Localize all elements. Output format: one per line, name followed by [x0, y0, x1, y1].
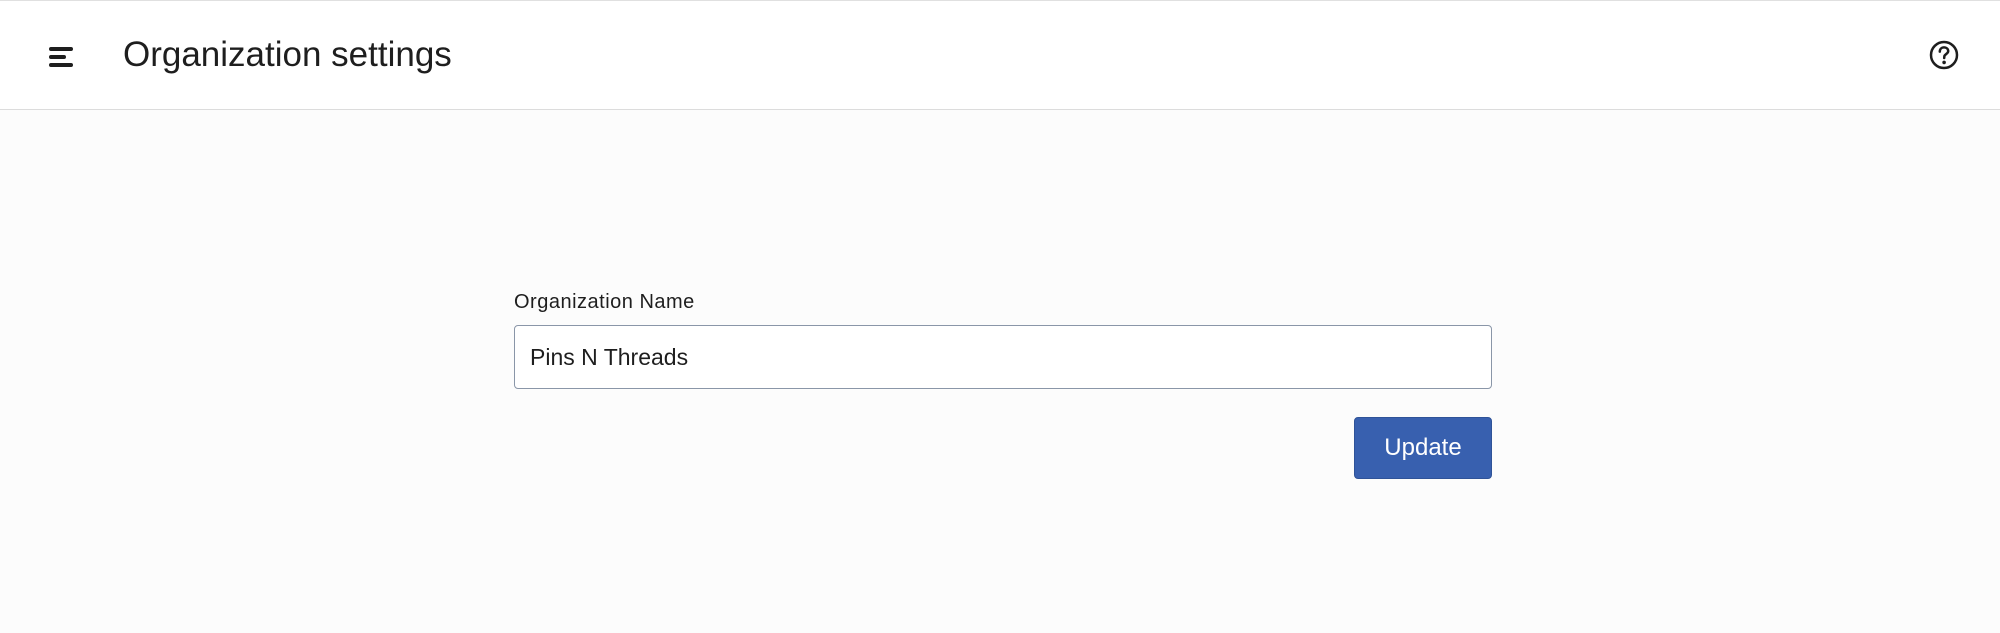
update-button[interactable]: Update	[1354, 417, 1492, 479]
top-bar: Organization settings	[0, 0, 2000, 110]
help-circle-icon	[1929, 40, 1959, 70]
organization-name-label: Organization Name	[514, 291, 695, 313]
menu-button[interactable]	[42, 37, 82, 77]
page-title: Organization settings	[123, 35, 452, 74]
hamburger-menu-icon	[49, 47, 73, 67]
help-button[interactable]	[1928, 39, 1960, 71]
organization-name-input[interactable]	[514, 325, 1492, 389]
